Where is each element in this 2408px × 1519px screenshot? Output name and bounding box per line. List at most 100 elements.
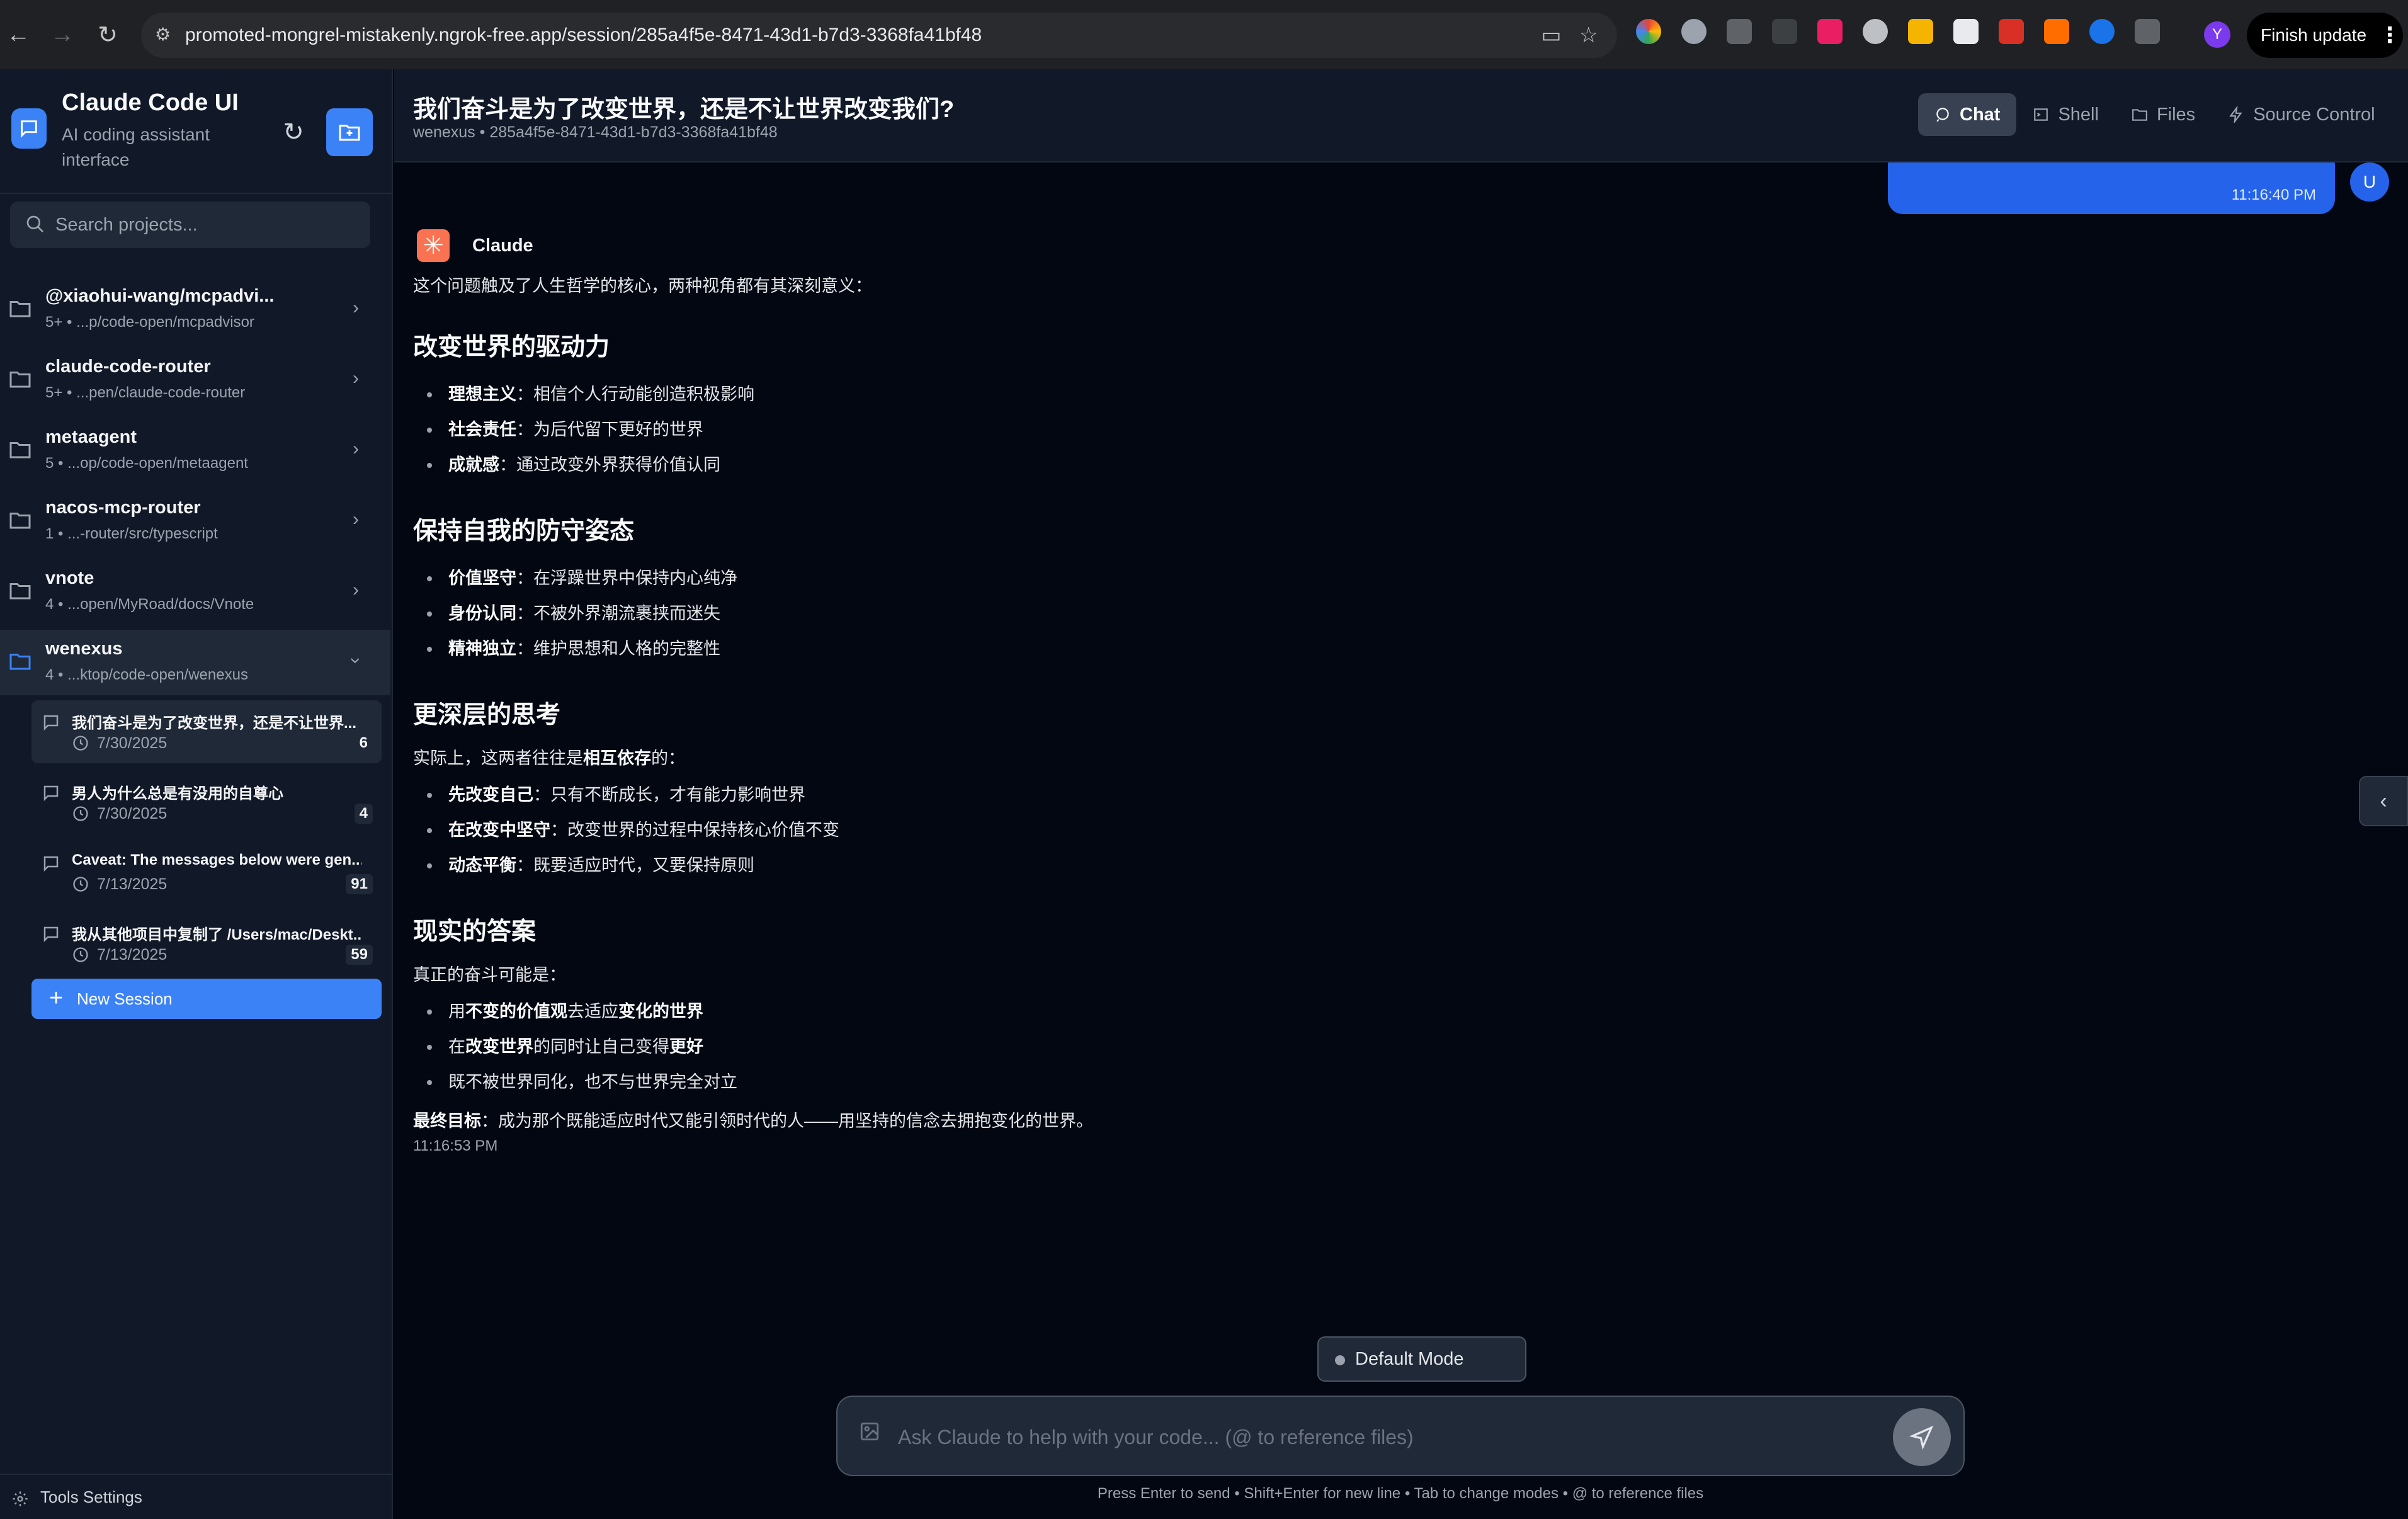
- clock-icon: [73, 736, 88, 751]
- new-session-button[interactable]: + New Session: [31, 979, 382, 1019]
- chevron-right-icon: ›: [353, 579, 359, 600]
- extension-icon[interactable]: [1636, 19, 1661, 44]
- tab-bar: Chat Shell Files Source Control: [1918, 93, 2392, 136]
- address-bar[interactable]: ⚙ promoted-mongrel-mistakenly.ngrok-free…: [141, 13, 1617, 58]
- section-intro: 实际上，这两者往往是相互依存的：: [413, 749, 685, 768]
- back-icon[interactable]: ←: [0, 16, 37, 53]
- project-item[interactable]: claude-code-router 5+ • ...pen/claude-co…: [0, 348, 390, 413]
- chevron-right-icon: ›: [353, 297, 359, 318]
- project-meta: 5+ • ...p/code-open/mcpadvisor: [45, 314, 254, 331]
- tab-label: Files: [2156, 104, 2196, 125]
- assistant-name: Claude: [472, 235, 533, 256]
- extension-icon[interactable]: [1908, 19, 1933, 44]
- extension-icon[interactable]: [1681, 19, 1707, 44]
- tab-shell[interactable]: Shell: [2016, 93, 2115, 136]
- sidebar: Claude Code UI AI coding assistant inter…: [0, 69, 393, 1519]
- session-date: 7/30/2025: [97, 805, 168, 822]
- list-item: 社会责任：为后代留下更好的世界: [413, 412, 1924, 447]
- chat-messages[interactable]: 11:16:40 PM U ✳ Claude 这个问题触及了人生哲学的核心，两种…: [394, 162, 2408, 1519]
- project-item[interactable]: nacos-mcp-router 1 • ...-router/src/type…: [0, 489, 390, 554]
- more-menu-icon[interactable]: ⋮: [2379, 23, 2400, 48]
- project-name: @xiaohui-wang/mcpadvi...: [45, 286, 275, 306]
- session-item[interactable]: 男人为什么总是有没用的自尊心 7/30/2025 4: [31, 771, 382, 834]
- new-project-button[interactable]: [326, 108, 373, 156]
- bullet-list: 用不变的价值观去适应变化的世界 在改变世界的同时让自己变得更好 既不被世界同化，…: [413, 994, 1924, 1100]
- chat-bubble-icon: [43, 715, 59, 731]
- session-date: 7/13/2025: [97, 946, 168, 964]
- tab-chat[interactable]: Chat: [1918, 93, 2017, 136]
- project-item[interactable]: @xiaohui-wang/mcpadvi... 5+ • ...p/code-…: [0, 277, 390, 343]
- chevron-right-icon: ›: [353, 438, 359, 459]
- send-button[interactable]: [1893, 1408, 1951, 1466]
- mode-label: Default Mode: [1355, 1348, 1464, 1369]
- install-app-icon[interactable]: ▭: [1541, 23, 1561, 48]
- message-timestamp: 11:16:40 PM: [2231, 186, 2316, 203]
- list-item: 成就感：通过改变外界获得价值认同: [413, 447, 1924, 482]
- extension-icon[interactable]: [1953, 19, 1979, 44]
- app-title: Claude Code UI: [62, 89, 239, 116]
- final-conclusion: 最终目标：成为那个既能适应时代又能引领时代的人——用坚持的信念去拥抱变化的世界。: [413, 1112, 1093, 1130]
- tab-source-control[interactable]: Source Control: [2212, 93, 2391, 136]
- chevron-left-icon[interactable]: ‹: [2359, 776, 2408, 826]
- extensions-puzzle-icon[interactable]: [2135, 19, 2160, 44]
- message-count-badge: 4: [354, 804, 373, 824]
- search-placeholder: Search projects...: [55, 214, 198, 235]
- refresh-icon[interactable]: ↻: [276, 115, 311, 150]
- assistant-header: ✳ Claude: [417, 229, 533, 262]
- project-item-active[interactable]: wenexus 4 • ...ktop/code-open/wenexus ›: [0, 630, 390, 695]
- clock-icon: [73, 877, 88, 892]
- message-composer: [836, 1396, 1965, 1476]
- profile-avatar[interactable]: Y: [2204, 21, 2230, 48]
- message-timestamp: 11:16:53 PM: [413, 1137, 498, 1154]
- page-title: 我们奋斗是为了改变世界，还是不让世界改变我们?: [413, 96, 955, 123]
- list-item: 精神独立：维护思想和人格的完整性: [413, 631, 1924, 666]
- mode-toggle-button[interactable]: Default Mode: [1317, 1336, 1526, 1382]
- session-item-active[interactable]: 我们奋斗是为了改变世界，还是不让世界... 7/30/2025 6: [31, 700, 382, 763]
- extension-icon[interactable]: [1999, 19, 2024, 44]
- user-avatar: U: [2350, 162, 2389, 202]
- bookmark-star-icon[interactable]: ☆: [1579, 23, 1598, 48]
- forward-icon[interactable]: →: [44, 16, 81, 53]
- clock-icon: [73, 947, 88, 962]
- list-item: 既不被世界同化，也不与世界完全对立: [413, 1064, 1924, 1100]
- tab-files[interactable]: Files: [2115, 93, 2212, 136]
- session-item[interactable]: 我从其他项目中复制了 /Users/mac/Deskt... 7/13/2025…: [31, 912, 382, 975]
- clock-icon: [73, 806, 88, 821]
- extension-icon[interactable]: [2044, 19, 2069, 44]
- folder-icon: [9, 440, 31, 460]
- extension-icon[interactable]: [1817, 19, 1843, 44]
- search-projects-input[interactable]: Search projects...: [10, 202, 370, 248]
- send-icon: [1909, 1425, 1934, 1450]
- sidebar-header: Claude Code UI AI coding assistant inter…: [0, 69, 392, 194]
- claude-logo-icon: ✳: [417, 229, 450, 262]
- section-heading: 更深层的思考: [413, 702, 561, 729]
- project-name: wenexus: [45, 639, 123, 659]
- extension-icon[interactable]: [1727, 19, 1752, 44]
- folder-icon: [2132, 109, 2147, 121]
- reload-icon[interactable]: ↻: [89, 16, 126, 53]
- session-item[interactable]: Caveat: The messages below were gen... 7…: [31, 841, 382, 904]
- project-item[interactable]: metaagent 5 • ...op/code-open/metaagent …: [0, 418, 390, 484]
- tools-settings-button[interactable]: Tools Settings: [0, 1474, 392, 1519]
- chat-bubble-icon: [43, 926, 59, 943]
- project-item[interactable]: vnote 4 • ...open/MyRoad/docs/Vnote ›: [0, 559, 390, 625]
- chat-bubble-icon: [1936, 108, 1949, 122]
- list-item: 在改变中坚守：改变世界的过程中保持核心价值不变: [413, 812, 1924, 848]
- message-intro: 这个问题触及了人生哲学的核心，两种视角都有其深刻意义：: [413, 276, 872, 295]
- chat-header: 我们奋斗是为了改变世界，还是不让世界改变我们? wenexus • 285a4f…: [394, 69, 2408, 162]
- extensions-row: [1636, 19, 2160, 44]
- folder-icon: [9, 510, 31, 530]
- finish-update-button[interactable]: Finish update ⋮: [2247, 13, 2403, 58]
- extension-icon[interactable]: [1863, 19, 1888, 44]
- session-date: 7/13/2025: [97, 875, 168, 893]
- site-info-icon[interactable]: ⚙: [155, 24, 178, 47]
- list-item: 理想主义：相信个人行动能创造积极影响: [413, 377, 1924, 412]
- session-title: Caveat: The messages below were gen...: [72, 851, 361, 868]
- git-branch-icon: [2229, 106, 2242, 123]
- extension-icon[interactable]: [1772, 19, 1797, 44]
- tab-label: Shell: [2058, 104, 2099, 125]
- section-intro: 真正的奋斗可能是：: [413, 965, 566, 984]
- message-input[interactable]: [898, 1419, 1868, 1455]
- image-attach-icon[interactable]: [859, 1421, 880, 1442]
- extension-icon[interactable]: [2089, 19, 2115, 44]
